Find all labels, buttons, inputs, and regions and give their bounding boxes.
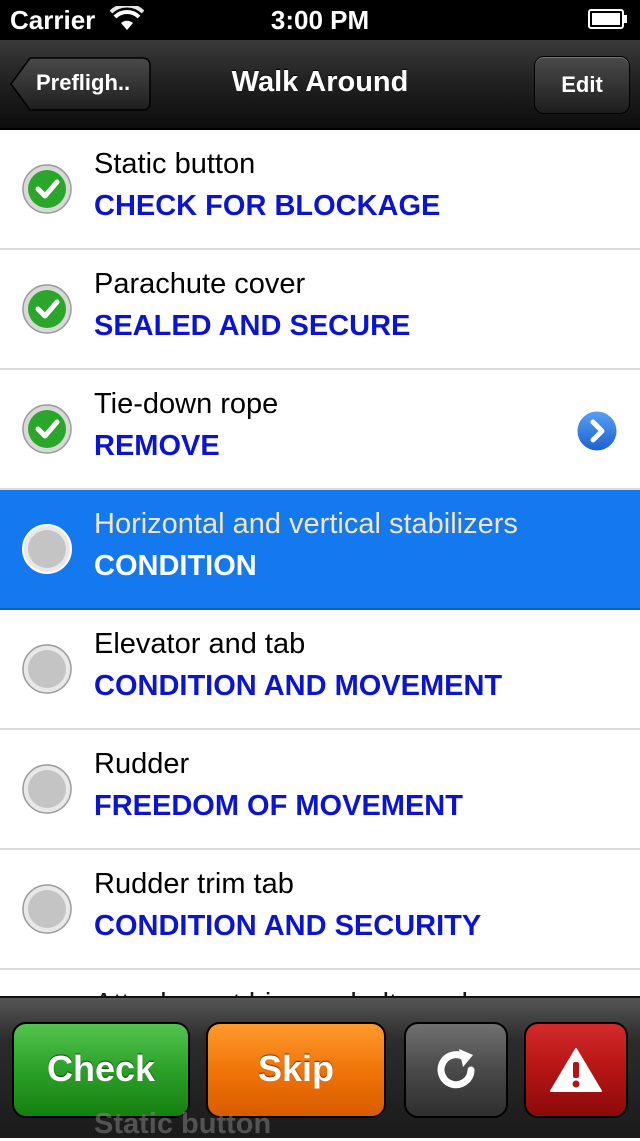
list-item[interactable]: Tie-down rope REMOVE [0, 370, 640, 490]
list-item[interactable]: Rudder FREEDOM OF MOVEMENT [0, 730, 640, 850]
checked-icon [22, 164, 72, 214]
checklist: Static button CHECK FOR BLOCKAGE Parachu… [0, 130, 640, 996]
redo-icon [437, 1049, 475, 1089]
list-item[interactable]: Elevator and tab CONDITION AND MOVEMENT [0, 610, 640, 730]
bottom-toolbar: Check Skip Static button [0, 996, 640, 1140]
item-action: FREEDOM OF MOVEMENT [94, 790, 463, 822]
item-title: Elevator and tab [94, 628, 306, 660]
detail-disclosure-icon[interactable] [574, 408, 620, 454]
navigation-bar: Prefligh.. Walk Around Edit [0, 40, 640, 130]
skip-button[interactable]: Skip [206, 1022, 386, 1118]
peek-text: Static button [94, 1108, 272, 1140]
item-action: CONDITION [94, 550, 257, 582]
list-item[interactable]: Parachute cover SEALED AND SECURE [0, 250, 640, 370]
item-action: CONDITION AND SECURITY [94, 910, 482, 942]
item-title: Tie-down rope [94, 388, 279, 420]
unchecked-icon [22, 524, 72, 574]
list-item[interactable]: Static button CHECK FOR BLOCKAGE [0, 130, 640, 250]
unchecked-icon [22, 884, 72, 934]
checked-icon [22, 404, 72, 454]
alert-button[interactable] [524, 1022, 628, 1118]
item-title: Static button [94, 148, 256, 180]
item-title: Parachute cover [94, 268, 306, 300]
list-item[interactable]: Rudder trim tab CONDITION AND SECURITY [0, 850, 640, 970]
redo-button[interactable] [404, 1022, 508, 1118]
item-title: Rudder trim tab [94, 868, 294, 900]
battery-icon [588, 9, 627, 29]
item-action: CHECK FOR BLOCKAGE [94, 190, 441, 222]
item-title: Rudder [94, 748, 190, 780]
check-button[interactable]: Check [12, 1022, 190, 1118]
warning-icon [550, 1048, 602, 1092]
item-title: Horizontal and vertical stabilizers [94, 508, 518, 540]
list-item-selected[interactable]: Horizontal and vertical stabilizers COND… [0, 490, 640, 610]
item-title: Attachment hinges, bolts and ... [94, 988, 500, 996]
unchecked-icon [22, 764, 72, 814]
edit-button[interactable]: Edit [534, 56, 630, 114]
item-action: SEALED AND SECURE [94, 310, 411, 342]
list-item[interactable]: Attachment hinges, bolts and ... [0, 970, 640, 996]
checked-icon [22, 284, 72, 334]
unchecked-icon [22, 644, 72, 694]
status-time: 3:00 PM [270, 5, 370, 35]
status-bar: Carrier 3:00 PM [0, 0, 640, 40]
item-action: CONDITION AND MOVEMENT [94, 670, 503, 702]
item-action: REMOVE [94, 430, 220, 462]
